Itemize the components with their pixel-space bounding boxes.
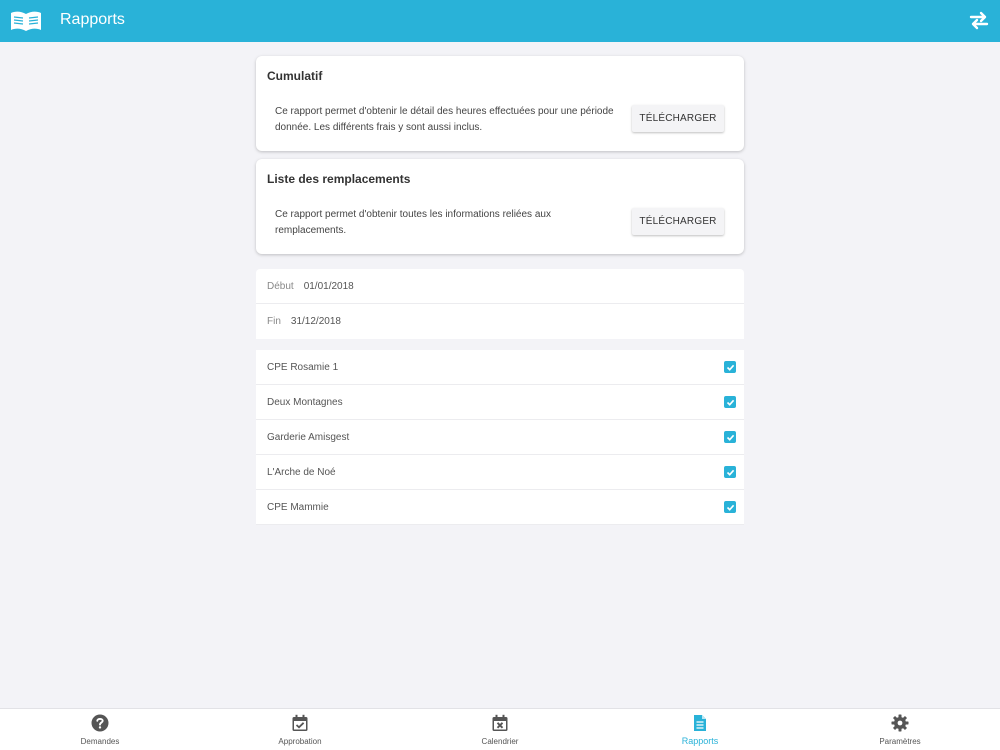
checkbox[interactable] [724, 466, 736, 478]
end-date-value: 31/12/2018 [290, 316, 341, 327]
end-date-label: Fin [267, 316, 281, 327]
report-card-remplacements: Liste des remplacements Ce rapport perme… [256, 159, 744, 254]
facility-name: Deux Montagnes [267, 396, 343, 408]
start-date-label: Début [267, 280, 294, 292]
checkbox[interactable] [724, 431, 736, 443]
report-title: Liste des remplacements [267, 172, 411, 186]
end-date-field[interactable]: Fin 31/12/2018 [256, 304, 744, 339]
tab-label: Approbation [278, 737, 322, 746]
tab-approbation[interactable]: Approbation [200, 709, 400, 750]
facility-list: CPE Rosamie 1 Deux Montagnes Garderie Am… [256, 350, 744, 525]
tab-rapports[interactable]: Rapports [600, 709, 800, 750]
tab-label: Rapports [681, 736, 719, 746]
tab-label: Calendrier [481, 737, 519, 746]
reports-section: Cumulatif Ce rapport permet d'obtenir le… [256, 56, 744, 254]
checkmark-icon [726, 399, 734, 406]
book-icon [11, 11, 41, 31]
facility-name: L'Arche de Noé [267, 466, 336, 478]
gear-icon [891, 714, 909, 732]
tab-label: Demandes [80, 737, 120, 746]
checkmark-icon [726, 469, 734, 476]
download-button[interactable]: TÉLÉCHARGER [632, 208, 724, 235]
report-title: Cumulatif [267, 69, 323, 83]
checkmark-icon [726, 434, 734, 441]
report-description: Ce rapport permet d'obtenir le détail de… [275, 106, 614, 133]
tab-calendrier[interactable]: Calendrier [400, 709, 600, 750]
calendar-x-icon [492, 714, 508, 731]
download-button[interactable]: TÉLÉCHARGER [632, 105, 724, 132]
list-item: CPE Rosamie 1 [256, 350, 744, 385]
document-icon [694, 715, 706, 731]
tab-label: Paramètres [879, 737, 921, 746]
checkmark-icon [726, 364, 734, 371]
list-item: L'Arche de Noé [256, 455, 744, 490]
checkbox[interactable] [724, 501, 736, 513]
report-description: Ce rapport permet d'obtenir toutes les i… [275, 209, 551, 236]
date-range: Début 01/01/2018 Fin 31/12/2018 [256, 269, 744, 339]
start-date-field[interactable]: Début 01/01/2018 [256, 269, 744, 304]
tab-demandes[interactable]: Demandes [0, 709, 200, 750]
swap-arrows-icon[interactable] [968, 9, 990, 31]
list-item: Deux Montagnes [256, 385, 744, 420]
facility-name: CPE Rosamie 1 [267, 361, 339, 373]
tab-parametres[interactable]: Paramètres [800, 709, 1000, 750]
page-title: Rapports [60, 11, 125, 28]
facility-name: CPE Mammie [267, 501, 329, 513]
list-item: CPE Mammie [256, 490, 744, 525]
list-item: Garderie Amisgest [256, 420, 744, 455]
question-circle-icon [91, 714, 109, 732]
calendar-check-icon [292, 714, 308, 731]
checkmark-icon [726, 504, 734, 511]
bottom-tab-bar: Demandes Approbation Calendrier Rapports [0, 708, 1000, 750]
top-app-bar: Rapports [0, 0, 1000, 42]
facility-name: Garderie Amisgest [267, 431, 350, 443]
report-card-cumulatif: Cumulatif Ce rapport permet d'obtenir le… [256, 56, 744, 151]
checkbox[interactable] [724, 361, 736, 373]
checkbox[interactable] [724, 396, 736, 408]
start-date-value: 01/01/2018 [303, 280, 354, 292]
